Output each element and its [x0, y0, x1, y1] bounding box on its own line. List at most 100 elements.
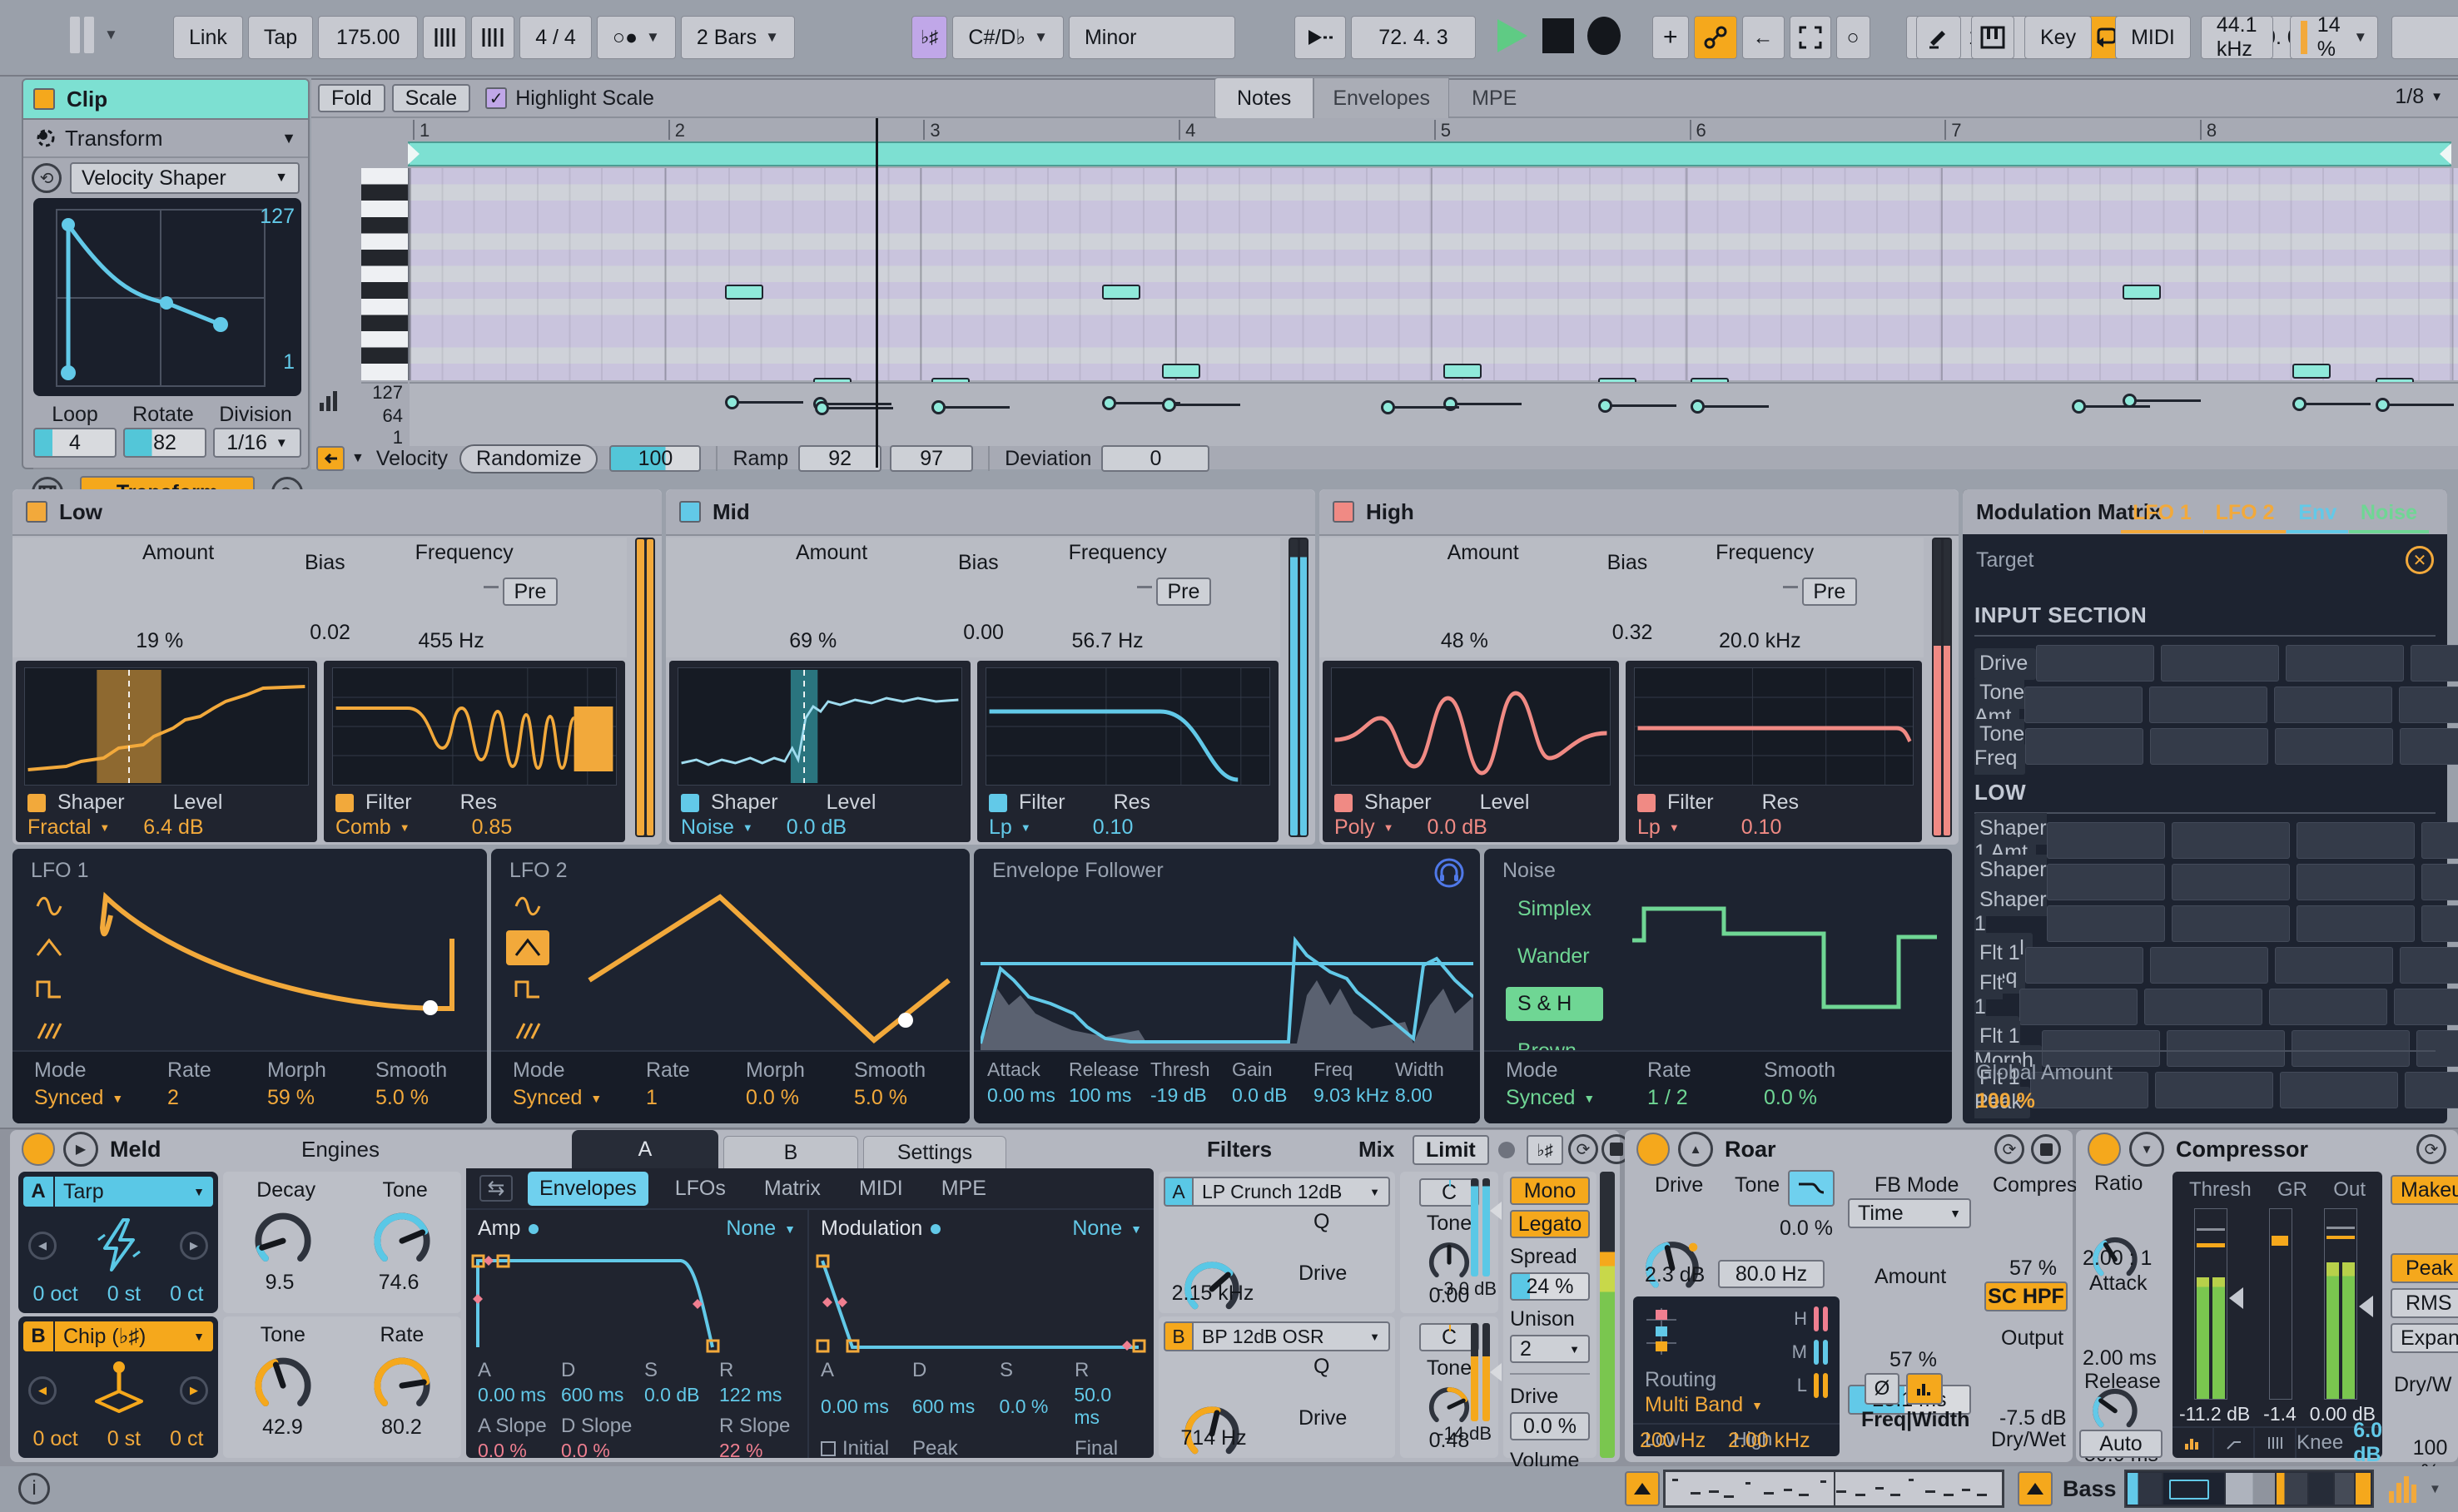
- osc-a-engine-menu[interactable]: Tarp▼: [55, 1177, 213, 1207]
- routing-mode-menu[interactable]: Multi Band▼: [1645, 1393, 1763, 1417]
- meld-expand-icon[interactable]: ▶: [63, 1132, 98, 1167]
- headphones-icon[interactable]: [1433, 857, 1465, 893]
- auto-release-button[interactable]: Auto: [2079, 1430, 2163, 1458]
- osc-b-engine-menu[interactable]: Chip (♭♯)▼: [55, 1321, 213, 1351]
- matrix-cell[interactable]: [2297, 822, 2415, 859]
- matrix-cell[interactable]: [2400, 947, 2458, 984]
- band-header[interactable]: Mid: [666, 489, 1315, 536]
- pre-button[interactable]: Pre: [1156, 578, 1211, 606]
- lfo2-waveform[interactable]: [566, 882, 961, 1048]
- nudge-up-button[interactable]: [471, 16, 514, 59]
- frequency-value[interactable]: 20.0 kHz: [1719, 629, 1801, 653]
- mono-button[interactable]: Mono: [1510, 1177, 1590, 1205]
- matrix-cell[interactable]: [2155, 1072, 2273, 1108]
- shaper-level-value[interactable]: 6.4 dB: [143, 815, 203, 840]
- matrix-cell[interactable]: [2400, 728, 2458, 765]
- device-chain-thumbnail[interactable]: [2124, 1470, 2374, 1508]
- filter-res-value[interactable]: 0.85: [472, 815, 513, 840]
- velocity-stem[interactable]: [822, 407, 893, 409]
- mod-s[interactable]: 0.0 %: [1000, 1396, 1075, 1418]
- mix-b-level-value[interactable]: -14 dB: [1438, 1423, 1492, 1445]
- osc-b-oct[interactable]: 0 oct: [33, 1427, 78, 1451]
- clip-activator-checkbox[interactable]: [33, 88, 55, 110]
- matrix-cell[interactable]: [2274, 687, 2392, 723]
- xover-high-value[interactable]: 2.00 kHz: [1728, 1429, 1810, 1453]
- selection-box-button[interactable]: [1790, 16, 1831, 59]
- velocity-marker[interactable]: [1598, 399, 1612, 413]
- osc-a-oct[interactable]: 0 oct: [33, 1282, 78, 1306]
- matrix-cell[interactable]: [2399, 687, 2458, 723]
- subtab-midi[interactable]: MIDI: [847, 1172, 915, 1206]
- lfo1-waveform[interactable]: [87, 882, 479, 1048]
- scale-highlight-button[interactable]: ♭♯: [911, 16, 947, 59]
- velocity-stem[interactable]: [2382, 404, 2454, 406]
- meter-caret-icon[interactable]: ▼: [2429, 1482, 2441, 1496]
- midi-note[interactable]: [2292, 364, 2331, 379]
- velocity-shaper-graph[interactable]: 127 1: [33, 198, 301, 396]
- phase-invert-button[interactable]: Ø: [1865, 1373, 1899, 1405]
- velocity-stem[interactable]: [732, 401, 803, 404]
- knee-value[interactable]: 6.0 dB: [2353, 1419, 2382, 1467]
- mix-a-level-value[interactable]: -3.0 dB: [1438, 1278, 1497, 1300]
- osc-a-cent[interactable]: 0 ct: [170, 1282, 203, 1306]
- filter-type-menu[interactable]: Comb: [335, 815, 391, 840]
- engine-b-rate-knob[interactable]: [370, 1351, 434, 1415]
- bias-value[interactable]: 0.02: [310, 621, 350, 645]
- roar-tone-value[interactable]: 0.0 %: [1780, 1217, 1833, 1241]
- matrix-source-lfo2[interactable]: LFO 2: [2204, 501, 2287, 533]
- matrix-source-noise[interactable]: Noise: [2349, 501, 2429, 533]
- subtab-matrix[interactable]: Matrix: [752, 1172, 832, 1206]
- filter-type-menu[interactable]: Lp: [1637, 815, 1661, 840]
- matrix-cell[interactable]: [2172, 864, 2290, 900]
- roar-hot-swap-icon[interactable]: ⟳: [1994, 1134, 2024, 1164]
- matrix-cell[interactable]: [2019, 989, 2138, 1025]
- velocity-marker[interactable]: [2376, 398, 2390, 412]
- spread-field[interactable]: 24 %: [1510, 1272, 1590, 1301]
- matrix-cell[interactable]: [2047, 864, 2165, 900]
- lfo-wave-icon-square[interactable]: [506, 972, 549, 1007]
- unison-menu[interactable]: 2▼: [1510, 1335, 1590, 1363]
- noise-mode-value[interactable]: Synced▼: [1506, 1086, 1647, 1110]
- velocity-stem[interactable]: [938, 406, 1010, 409]
- time-signature-field[interactable]: 4 / 4: [519, 16, 592, 59]
- back-to-arrangement-button[interactable]: ←: [1742, 16, 1785, 59]
- amp-a[interactable]: 0.00 ms: [478, 1384, 561, 1406]
- transform-collapse-icon[interactable]: ▼: [281, 130, 296, 147]
- transform-section-header[interactable]: Transform ▼: [23, 120, 308, 158]
- amp-a-slope[interactable]: 0.0 %: [478, 1440, 561, 1462]
- matrix-cell[interactable]: [2036, 645, 2154, 682]
- matrix-cell[interactable]: [2297, 864, 2415, 900]
- filter-b-type-menu[interactable]: BP 12dB OSR▼: [1192, 1321, 1390, 1351]
- velocity-marker[interactable]: [1443, 397, 1457, 411]
- matrix-source-lfo1[interactable]: LFO 1: [2121, 501, 2203, 533]
- lfo1-smooth-value[interactable]: 5.0 %: [375, 1086, 429, 1110]
- mod-env-graph[interactable]: [809, 1247, 1154, 1354]
- shaper-level-value[interactable]: 0.0 dB: [1428, 815, 1487, 840]
- matrix-cell[interactable]: [2416, 1030, 2458, 1067]
- attack-value[interactable]: 2.00 ms: [2083, 1346, 2157, 1371]
- midi-note[interactable]: [725, 285, 763, 300]
- velocity-marker[interactable]: [725, 395, 739, 409]
- thresh-value[interactable]: -11.2 dB: [2179, 1403, 2250, 1425]
- matrix-cell[interactable]: [2149, 687, 2267, 723]
- matrix-cell[interactable]: [2421, 905, 2458, 942]
- mod-a[interactable]: 0.00 ms: [821, 1396, 912, 1418]
- matrix-cell[interactable]: [2161, 645, 2279, 682]
- comp-view-transfer-button[interactable]: [2214, 1428, 2256, 1458]
- engine-b-tone-knob[interactable]: [251, 1351, 315, 1415]
- matrix-cell[interactable]: [2144, 989, 2262, 1025]
- mix-a-tone-knob[interactable]: [1426, 1237, 1472, 1284]
- frequency-value[interactable]: 56.7 Hz: [1072, 629, 1144, 653]
- matrix-cell[interactable]: [2047, 822, 2165, 859]
- mix-b-level-handle[interactable]: [1490, 1363, 1502, 1381]
- tap-button[interactable]: Tap: [248, 16, 313, 59]
- pre-button[interactable]: Pre: [503, 578, 558, 606]
- lane-select-caret[interactable]: ▼: [351, 451, 365, 466]
- mix-b-meter[interactable]: [1471, 1323, 1490, 1421]
- output-meter-mini[interactable]: ▼: [2387, 1473, 2441, 1505]
- velocity-stem[interactable]: [820, 403, 891, 405]
- subtab-mpe[interactable]: MPE: [930, 1172, 998, 1206]
- mix-a-meter[interactable]: [1471, 1178, 1490, 1277]
- filter-a-freq-value[interactable]: 2.15 kHz: [1167, 1281, 1259, 1306]
- peak-button[interactable]: Peak: [2391, 1253, 2458, 1283]
